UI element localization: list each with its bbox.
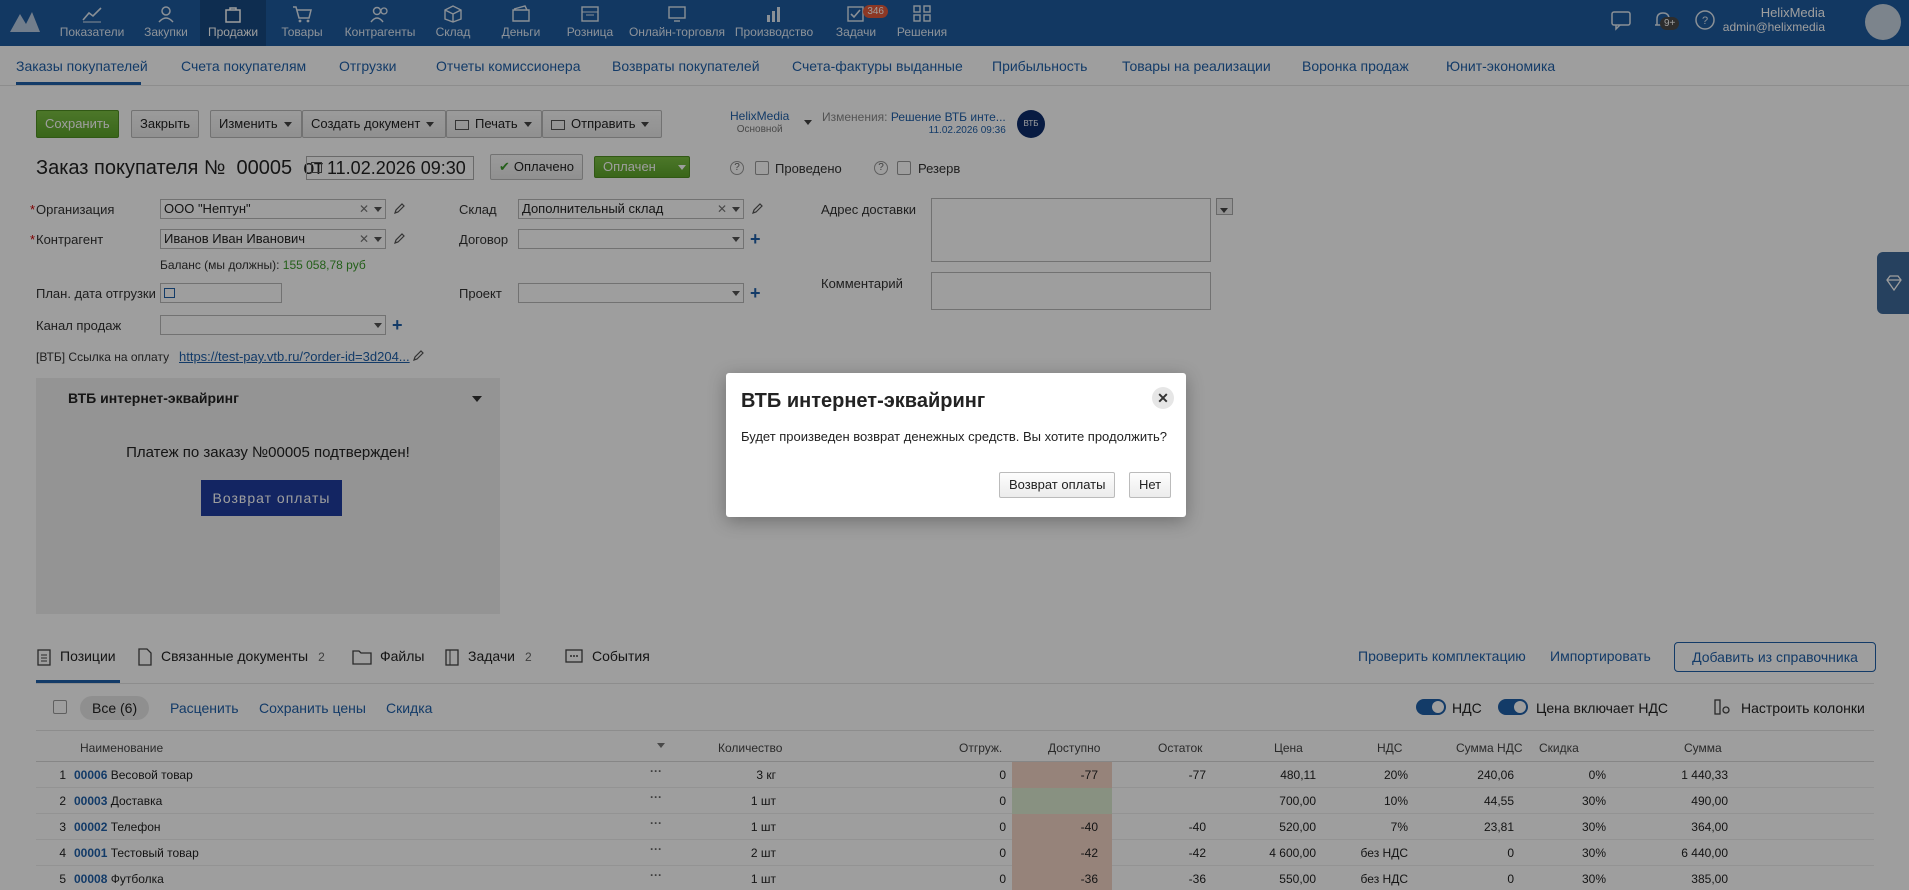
dialog-title: ВТБ интернет-эквайринг xyxy=(741,390,986,412)
refund-confirm-dialog: ВТБ интернет-эквайринг ✕ Будет произведе… xyxy=(726,373,1186,517)
confirm-refund-button[interactable]: Возврат оплаты xyxy=(999,472,1116,498)
cancel-button[interactable]: Нет xyxy=(1129,472,1172,498)
dialog-message: Будет произведен возврат денежных средст… xyxy=(741,429,1168,444)
close-icon[interactable]: ✕ xyxy=(1152,387,1174,409)
